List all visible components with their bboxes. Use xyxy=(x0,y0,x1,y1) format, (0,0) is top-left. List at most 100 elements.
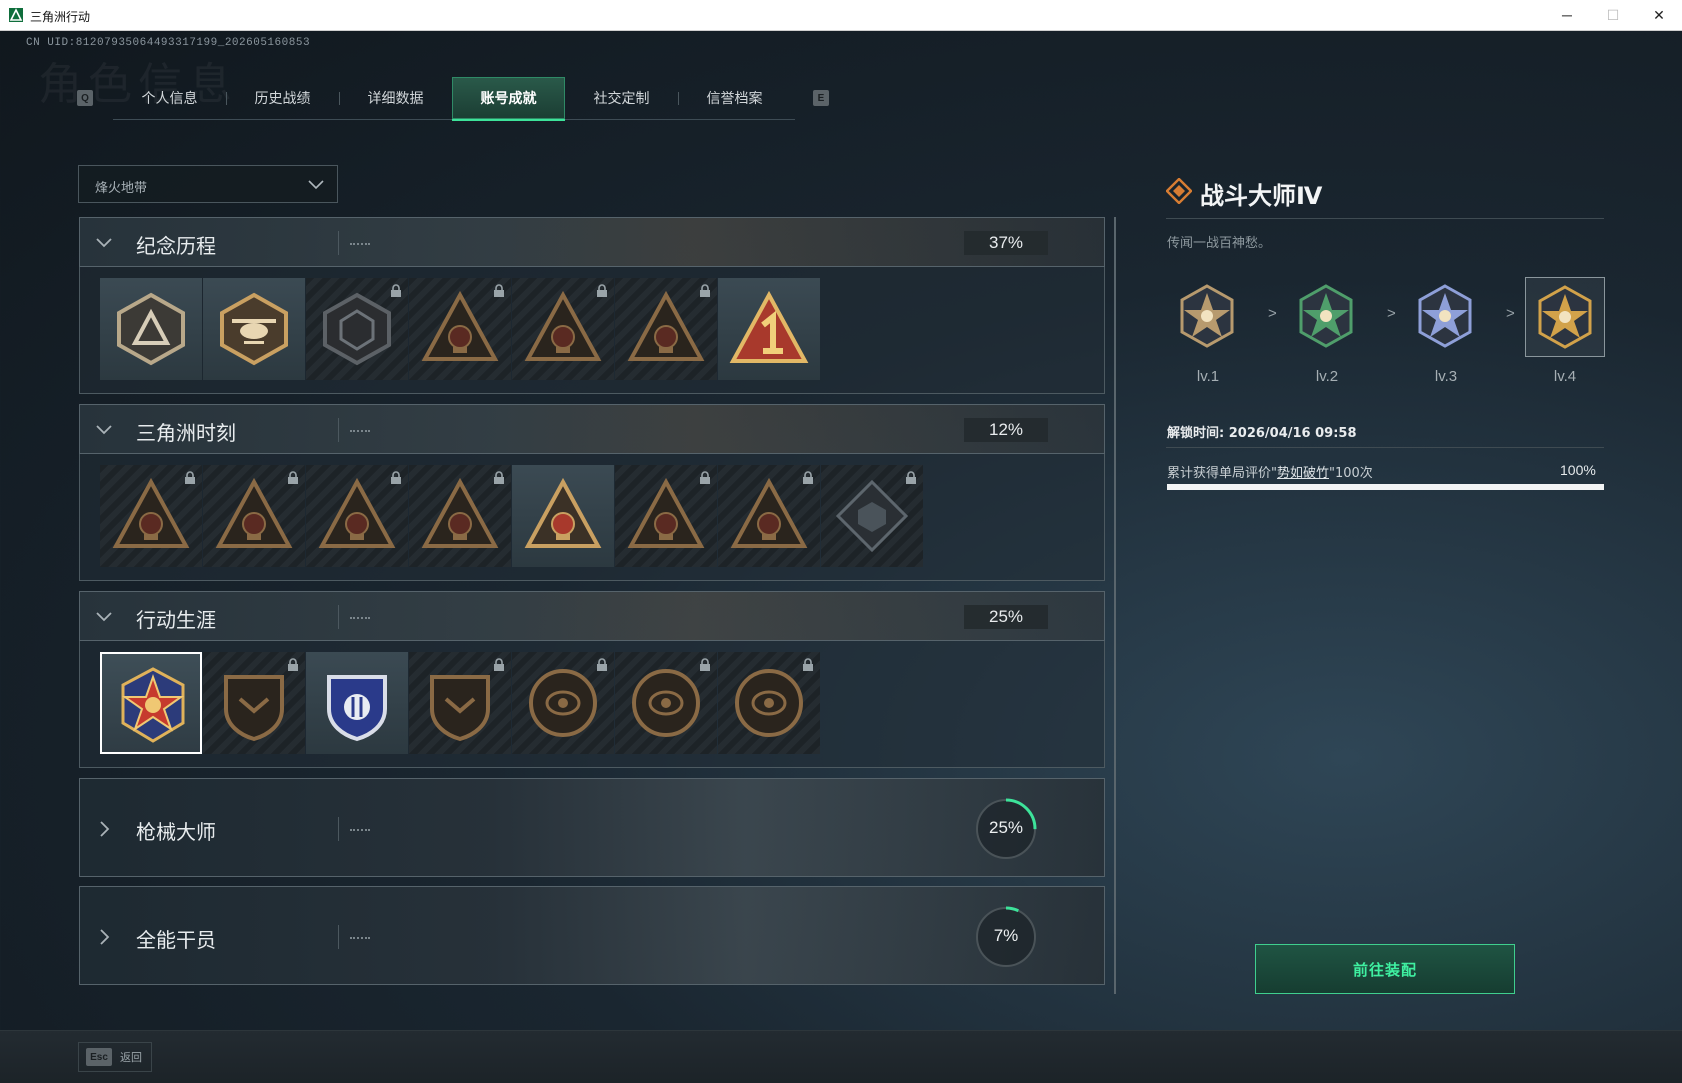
header-dots xyxy=(350,430,370,434)
chevron-down-icon xyxy=(96,612,112,622)
header-dots xyxy=(350,617,370,621)
header-separator xyxy=(338,605,339,629)
window-titlebar: 三角洲行动 ─ ☐ ✕ xyxy=(0,0,1682,31)
achievement-badge[interactable] xyxy=(512,465,614,567)
eye-emblem-icon xyxy=(735,669,803,737)
round-shell-icon xyxy=(529,669,597,737)
tab-1[interactable]: 个人信息 xyxy=(113,77,226,119)
achievement-badge[interactable] xyxy=(615,465,717,567)
star-medal-icon xyxy=(1299,284,1353,348)
achievement-level-2[interactable] xyxy=(1287,277,1367,357)
tab-2[interactable]: 历史战绩 xyxy=(226,77,339,119)
bottom-bar xyxy=(0,1030,1682,1083)
section-header-3[interactable]: 行动生涯 25% xyxy=(79,591,1105,641)
chevron-down-icon xyxy=(96,425,112,435)
lock-icon xyxy=(391,284,401,297)
achievement-badge[interactable] xyxy=(615,652,717,754)
tab-6[interactable]: 信誉档案 xyxy=(678,77,791,119)
achievement-badge[interactable] xyxy=(409,278,511,380)
chevron-shield-icon xyxy=(224,675,284,742)
requirement-percent: 100% xyxy=(1560,462,1596,478)
list-scrollbar[interactable] xyxy=(1114,217,1116,994)
police-shield-icon xyxy=(327,675,387,742)
lock-icon xyxy=(288,658,298,671)
achievement-badge[interactable] xyxy=(718,465,820,567)
section-header-1[interactable]: 纪念历程 37% xyxy=(79,217,1105,267)
back-button[interactable]: Esc 返回 xyxy=(78,1042,152,1072)
section-progress: 25% xyxy=(988,817,1024,837)
achievement-title: 战斗大师Ⅳ xyxy=(1200,182,1323,210)
chevron-down-icon xyxy=(96,238,112,248)
achievement-level-4[interactable] xyxy=(1525,277,1605,357)
maximize-icon[interactable]: ☐ xyxy=(1590,0,1636,30)
achievement-badge[interactable] xyxy=(100,465,202,567)
achievement-badge[interactable] xyxy=(409,652,511,754)
achievement-badge[interactable] xyxy=(821,465,923,567)
section-title: 纪念历程 xyxy=(136,234,216,258)
achievement-level-1[interactable] xyxy=(1168,277,1248,357)
lock-icon xyxy=(803,471,813,484)
go-equip-button[interactable]: 前往装配 xyxy=(1255,944,1515,994)
level-arrow: > xyxy=(1506,305,1515,322)
section-title: 行动生涯 xyxy=(136,608,216,632)
unlock-time: 解锁时间: 2026/04/16 09:58 xyxy=(1167,426,1357,441)
header-separator xyxy=(338,924,339,949)
lock-icon xyxy=(185,471,195,484)
section-progress: 25% xyxy=(964,605,1048,629)
achievement-badge[interactable] xyxy=(512,652,614,754)
minimize-icon[interactable]: ─ xyxy=(1544,0,1590,30)
badge-row xyxy=(79,267,1105,394)
level-label: lv.3 xyxy=(1434,368,1458,385)
esc-key-hint: Esc xyxy=(86,1048,112,1066)
lock-icon xyxy=(494,658,504,671)
section-header-4[interactable]: 枪械大师 25% xyxy=(79,778,1105,877)
achievement-badge[interactable] xyxy=(718,278,820,380)
achievement-badge[interactable] xyxy=(100,278,202,380)
star-medal-icon xyxy=(1180,284,1234,348)
achievement-badge[interactable] xyxy=(203,465,305,567)
requirement-progress-fill xyxy=(1167,484,1604,490)
achievement-badge[interactable] xyxy=(615,278,717,380)
achievement-level-3[interactable] xyxy=(1406,277,1486,357)
achievement-badge[interactable] xyxy=(203,652,305,754)
chevron-down-icon xyxy=(308,180,324,190)
lock-icon xyxy=(494,471,504,484)
achievement-badge[interactable] xyxy=(512,278,614,380)
badge-row xyxy=(79,641,1105,768)
requirement-suffix: "100次 xyxy=(1329,466,1373,481)
tab-4[interactable]: 账号成就 xyxy=(452,77,565,121)
chevron-right-icon xyxy=(100,820,110,837)
section-header-2[interactable]: 三角洲时刻 12% xyxy=(79,404,1105,454)
level-label: lv.1 xyxy=(1196,368,1220,385)
star-medal-icon xyxy=(121,667,185,743)
achievement-badge[interactable] xyxy=(306,652,408,754)
section-progress: 7% xyxy=(993,925,1019,945)
window-title: 三角洲行动 xyxy=(30,10,91,24)
header-dots xyxy=(350,828,370,833)
requirement-prefix: 累计获得单局评价" xyxy=(1167,466,1277,481)
triangle-emblem-icon xyxy=(117,292,185,366)
achievement-badge[interactable] xyxy=(306,278,408,380)
fish-triangle-icon xyxy=(730,477,808,548)
header-dots xyxy=(350,936,370,941)
mode-dropdown[interactable]: 烽火地带 xyxy=(78,165,338,203)
mode-dropdown-value: 烽火地带 xyxy=(95,181,148,196)
achievement-badge[interactable] xyxy=(409,465,511,567)
star-medal-icon xyxy=(1538,285,1592,349)
tab-3[interactable]: 详细数据 xyxy=(339,77,452,119)
header-separator xyxy=(338,418,339,442)
tab-5[interactable]: 社交定制 xyxy=(565,77,678,119)
section-header-5[interactable]: 全能干员 7% xyxy=(79,886,1105,985)
tab-next-key-hint[interactable]: E xyxy=(813,90,829,106)
achievement-badge[interactable] xyxy=(306,465,408,567)
lock-icon xyxy=(597,658,607,671)
level-arrow: > xyxy=(1387,305,1396,322)
divider xyxy=(1166,447,1604,448)
crate-triangle-icon xyxy=(112,477,190,548)
tab-prev-key-hint[interactable]: Q xyxy=(77,90,93,106)
achievement-badge[interactable] xyxy=(203,278,305,380)
achievement-badge[interactable] xyxy=(718,652,820,754)
achievement-badge[interactable] xyxy=(100,652,202,754)
close-icon[interactable]: ✕ xyxy=(1636,0,1682,30)
section-progress: 12% xyxy=(964,418,1048,442)
